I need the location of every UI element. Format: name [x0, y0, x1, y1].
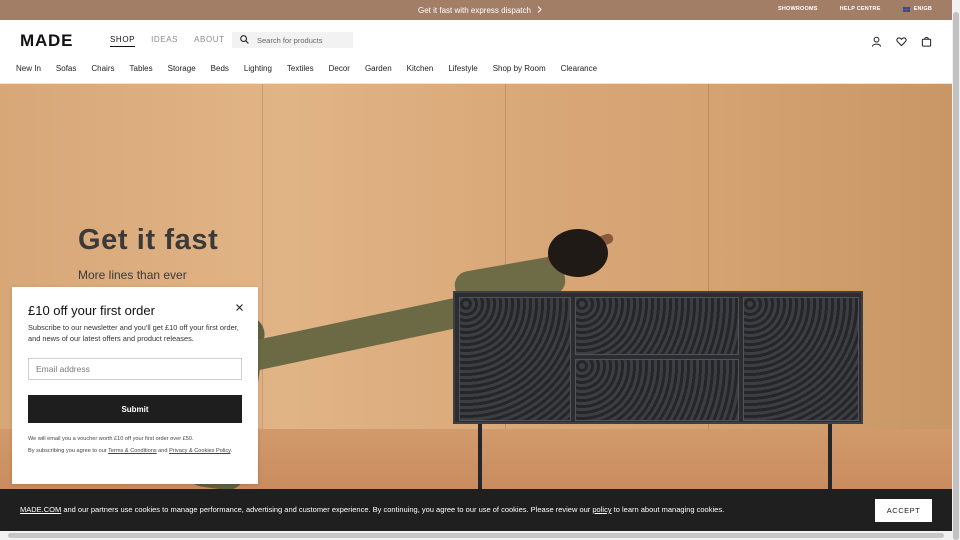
site-link[interactable]: MADE.COM — [20, 505, 61, 514]
person-hair — [548, 229, 608, 277]
cabinet-drawer — [575, 359, 739, 421]
category-new-in[interactable]: New In — [16, 64, 41, 73]
cabinet-leg — [828, 424, 832, 489]
modal-title: £10 off your first order — [28, 303, 155, 318]
cabinet-door — [459, 297, 571, 421]
email-field[interactable] — [28, 358, 242, 380]
category-tables[interactable]: Tables — [130, 64, 153, 73]
category-sofas[interactable]: Sofas — [56, 64, 76, 73]
hero-title: Get it fast — [78, 224, 219, 256]
modal-fine-print: We will email you a voucher worth £10 of… — [28, 433, 248, 457]
uk-flag-icon — [902, 6, 910, 12]
horizontal-scrollbar[interactable] — [0, 531, 952, 540]
site-header: MADE SHOP IDEAS ABOUT — [0, 20, 952, 60]
search-box[interactable] — [232, 32, 353, 48]
made-logo[interactable]: MADE — [20, 31, 73, 51]
promo-message-link[interactable]: Get it fast with express dispatch — [418, 6, 542, 15]
submit-button[interactable]: Submit — [28, 395, 242, 423]
privacy-link[interactable]: Privacy & Cookies Policy — [169, 448, 230, 454]
chevron-right-icon — [537, 6, 542, 15]
cookie-text-end: to learn about managing cookies. — [611, 505, 725, 514]
cookie-policy-link[interactable]: policy — [592, 505, 611, 514]
category-nav: New In Sofas Chairs Tables Storage Beds … — [0, 60, 952, 84]
cabinet-drawer — [575, 297, 739, 355]
category-kitchen[interactable]: Kitchen — [407, 64, 434, 73]
sideboard-image — [453, 291, 863, 424]
consent-prefix: By subscribing you agree to our — [28, 448, 109, 454]
account-icon[interactable] — [871, 34, 882, 47]
category-garden[interactable]: Garden — [365, 64, 392, 73]
category-clearance[interactable]: Clearance — [561, 64, 597, 73]
terms-link[interactable]: Terms & Conditions — [108, 448, 157, 454]
showrooms-link[interactable]: SHOWROOMS — [778, 6, 818, 12]
accept-cookies-button[interactable]: ACCEPT — [875, 499, 932, 522]
search-icon[interactable] — [240, 31, 249, 49]
cabinet-leg — [478, 424, 482, 489]
hero-subtitle: More lines than ever — [78, 268, 187, 282]
promo-bar: Get it fast with express dispatch SHOWRO… — [0, 0, 952, 20]
category-textiles[interactable]: Textiles — [287, 64, 314, 73]
newsletter-modal: £10 off your first order Subscribe to ou… — [12, 287, 258, 484]
language-label: EN/GB — [913, 6, 932, 12]
nav-about[interactable]: ABOUT — [194, 35, 225, 47]
nav-ideas[interactable]: IDEAS — [151, 35, 178, 47]
cabinet-door — [743, 297, 859, 421]
category-storage[interactable]: Storage — [168, 64, 196, 73]
nav-shop[interactable]: SHOP — [110, 35, 136, 47]
cookie-text-main: and our partners use cookies to manage p… — [61, 505, 593, 514]
wishlist-heart-icon[interactable] — [896, 34, 907, 47]
search-input[interactable] — [257, 35, 347, 45]
consent-note: By subscribing you agree to our Terms & … — [28, 445, 248, 457]
category-shop-by-room[interactable]: Shop by Room — [493, 64, 546, 73]
vertical-scroll-thumb[interactable] — [953, 12, 959, 540]
category-decor[interactable]: Decor — [329, 64, 350, 73]
consent-end: . — [230, 448, 233, 454]
consent-and: and — [156, 448, 170, 454]
help-centre-link[interactable]: HELP CENTRE — [840, 6, 881, 12]
category-lighting[interactable]: Lighting — [244, 64, 272, 73]
promo-message: Get it fast with express dispatch — [418, 6, 531, 15]
voucher-note: We will email you a voucher worth £10 of… — [28, 436, 194, 442]
cookie-banner: MADE.COM and our partners use cookies to… — [0, 489, 952, 531]
close-icon[interactable] — [235, 299, 244, 311]
basket-icon[interactable] — [921, 34, 932, 47]
cookie-text: MADE.COM and our partners use cookies to… — [20, 505, 724, 514]
category-lifestyle[interactable]: Lifestyle — [448, 64, 477, 73]
category-beds[interactable]: Beds — [211, 64, 229, 73]
category-chairs[interactable]: Chairs — [91, 64, 114, 73]
horizontal-scroll-thumb[interactable] — [8, 533, 944, 538]
language-selector[interactable]: EN/GB — [902, 6, 932, 12]
main-nav: SHOP IDEAS ABOUT — [110, 35, 225, 47]
modal-intro: Subscribe to our newsletter and you'll g… — [28, 323, 239, 343]
vertical-scrollbar[interactable] — [952, 0, 960, 540]
